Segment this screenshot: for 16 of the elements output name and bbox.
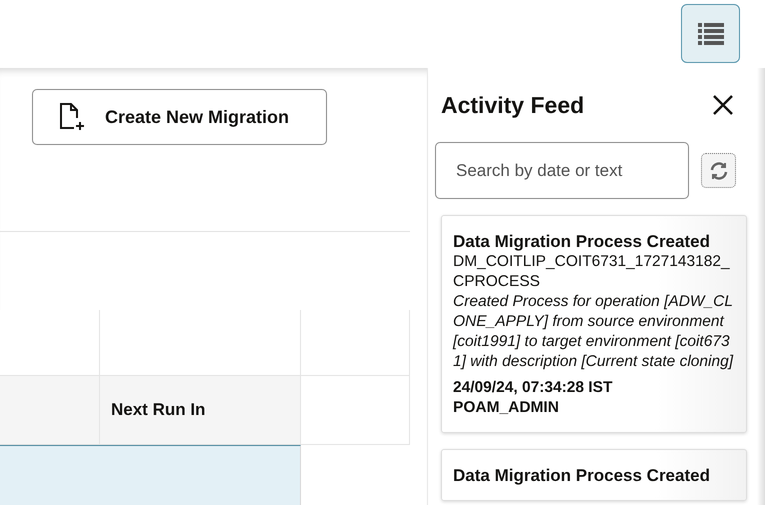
activity-timestamp: 24/09/24, 07:34:28 IST <box>453 378 614 398</box>
list-icon <box>698 22 724 44</box>
column-header[interactable]: Next Run In <box>100 376 301 445</box>
activity-description: Created Process for operation [ADW_CLONE_APPLY] from source environment [coit1991] to target environment [coit6731] with description [Current state cloning] <box>453 292 734 372</box>
refresh-button[interactable] <box>701 153 736 188</box>
panel-title: Activity Feed <box>441 92 584 118</box>
close-button[interactable] <box>711 93 735 117</box>
activity-feed-toggle-button[interactable] <box>681 4 740 63</box>
activity-title: Data Migration Process Created <box>453 232 711 252</box>
new-file-icon <box>59 103 85 132</box>
create-new-migration-button[interactable]: Create New Migration <box>32 89 327 146</box>
refresh-icon <box>708 160 728 180</box>
activity-user: POAM_ADMIN <box>453 398 560 418</box>
search-field[interactable]: Search by date or text <box>435 142 689 199</box>
process-name: DM_COITLIP_COIT6731_1727143182_CPROCESS <box>453 252 731 292</box>
activity-title: Data Migration Process Created <box>453 466 711 486</box>
